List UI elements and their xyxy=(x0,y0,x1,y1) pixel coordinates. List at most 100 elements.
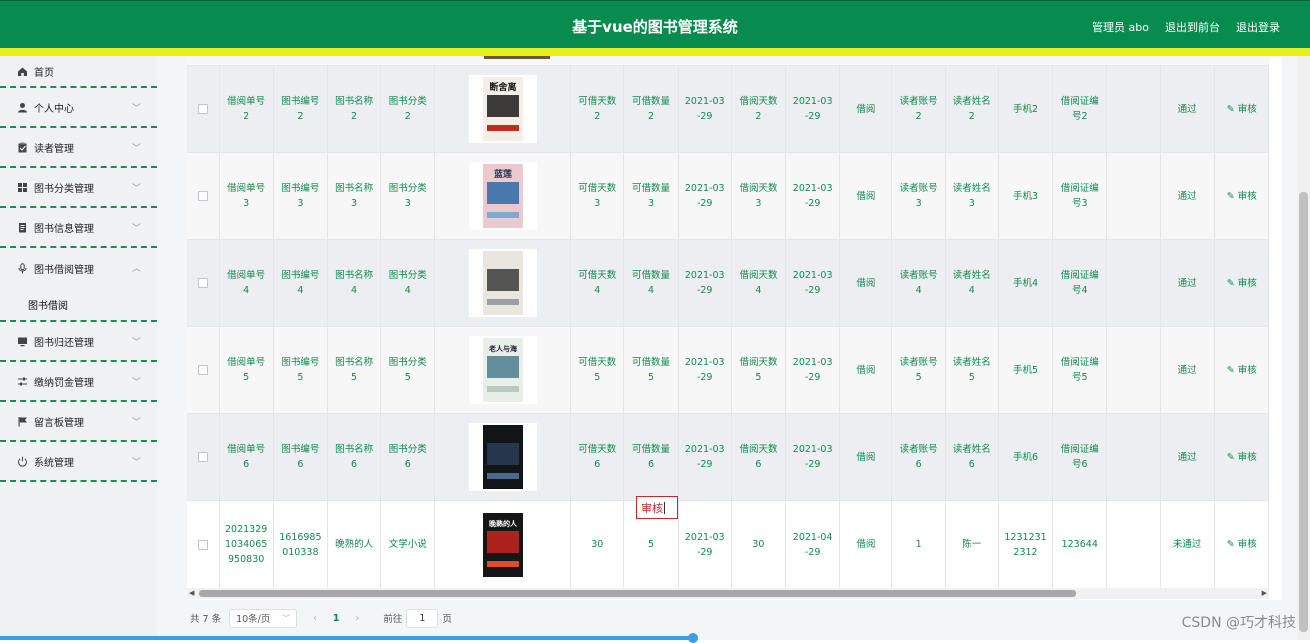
flag-icon xyxy=(16,415,28,427)
cell-borrow-days: 借阅天数 6 xyxy=(732,414,787,500)
edit-pencil-icon: ✎ xyxy=(1226,277,1235,289)
cell-borrow-days: 借阅天数 3 xyxy=(732,153,787,239)
row-checkbox[interactable] xyxy=(197,365,208,375)
page-number-current[interactable]: 1 xyxy=(333,613,340,624)
review-button-label: 审核 xyxy=(1237,539,1257,550)
sidebar-item-fine-management[interactable]: 缴纳罚金管理 ﹀ xyxy=(0,362,157,402)
cell-available-days: 30 xyxy=(571,501,625,588)
cell-borrow-days: 借阅天数 4 xyxy=(732,240,787,326)
book-cover-title: 老人与海 xyxy=(488,344,517,353)
scroll-right-icon[interactable]: ▶ xyxy=(1262,589,1267,597)
back-to-front-link[interactable]: 退出到前台 xyxy=(1165,19,1220,35)
header-links: 管理员 abo 退出到前台 退出登录 xyxy=(1092,19,1280,35)
inline-edit-value: 审核 xyxy=(641,501,663,515)
cell-book-name: 晚熟的人 xyxy=(328,501,382,588)
sidebar-item-reader-management[interactable]: 读者管理 ﹀ xyxy=(0,128,157,168)
cell-blank xyxy=(1107,153,1161,239)
logout-link[interactable]: 退出登录 xyxy=(1236,19,1280,35)
cell-category: 图书分类 3 xyxy=(381,153,436,239)
row-checkbox[interactable] xyxy=(197,191,208,201)
cell-reader-account: 读者账号 2 xyxy=(892,66,946,152)
sidebar-item-system-management[interactable]: 系统管理 ﹀ xyxy=(0,442,157,482)
cell-phone: 1231231 2312 xyxy=(999,501,1054,588)
cell-blank xyxy=(1107,501,1161,588)
chevron-down-icon: ﹀ xyxy=(131,104,141,114)
cell-book-name: 图书名称 3 xyxy=(328,153,382,239)
sidebar-item-personal-center[interactable]: 个人中心 ﹀ xyxy=(0,88,157,128)
cell-action[interactable]: ✎ 审核 xyxy=(1215,153,1270,239)
page-size-select[interactable]: 10条/页 ﹀ xyxy=(229,608,298,628)
sidebar-item-home[interactable]: 首页 xyxy=(0,56,157,88)
row-checkbox-cell xyxy=(187,414,220,500)
next-page-button[interactable]: › xyxy=(356,613,360,624)
vertical-scrollbar[interactable] xyxy=(1297,56,1310,640)
cell-type: 借阅 xyxy=(840,153,893,239)
cell-borrow-days: 30 xyxy=(732,501,787,588)
review-button-label: 审核 xyxy=(1237,277,1257,289)
cell-status: 通过 xyxy=(1161,240,1215,326)
cell-cover: 老人与海 xyxy=(435,327,572,413)
table-row: 2021329 1034065 950830 1616985 010338 晚熟的人… xyxy=(187,501,1270,589)
horizontal-scroll-thumb[interactable] xyxy=(199,590,1076,597)
cell-cover: 断舍离 xyxy=(435,66,572,152)
chevron-down-icon: ﹀ xyxy=(131,418,141,428)
book-cover-image: 断舍离 xyxy=(468,75,537,143)
cell-reader-name: 读者姓名 6 xyxy=(946,414,999,500)
cell-card-no: 借阅证编 号4 xyxy=(1053,240,1108,326)
cell-order-no: 借阅单号 3 xyxy=(220,153,274,239)
page-unit-label: 页 xyxy=(442,614,452,625)
sidebar-item-label: 图书归还管理 xyxy=(34,337,94,349)
chevron-down-icon: ﹀ xyxy=(131,378,141,388)
book-cover-edge xyxy=(484,56,550,59)
cell-phone: 手机3 xyxy=(999,153,1054,239)
cell-action[interactable]: ✎ 审核 xyxy=(1215,501,1270,588)
edit-pencil-icon: ✎ xyxy=(1226,539,1235,550)
cell-action[interactable]: ✎ 审核 xyxy=(1215,66,1270,152)
row-checkbox-cell xyxy=(187,153,220,239)
row-checkbox[interactable] xyxy=(197,278,208,288)
cell-return-date: 2021-03 -29 xyxy=(786,327,841,413)
cell-blank xyxy=(1107,66,1161,152)
prev-page-button[interactable]: ‹ xyxy=(313,613,317,624)
cell-card-no: 借阅证编 号2 xyxy=(1053,66,1108,152)
sidebar-item-return-management[interactable]: 图书归还管理 ﹀ xyxy=(0,322,157,362)
sidebar-item-message-board[interactable]: 留言板管理 ﹀ xyxy=(0,402,157,442)
cell-status: 通过 xyxy=(1161,327,1215,413)
progress-bar xyxy=(0,636,693,640)
cell-phone: 手机4 xyxy=(999,240,1054,326)
row-checkbox[interactable] xyxy=(197,452,208,462)
cell-order-no: 借阅单号 4 xyxy=(220,240,274,326)
scroll-left-icon[interactable]: ◀ xyxy=(189,589,194,597)
cell-book-name: 图书名称 4 xyxy=(328,240,382,326)
inline-edit-input[interactable]: 审核 xyxy=(636,496,678,519)
cell-borrow-date: 2021-03 -29 xyxy=(679,414,732,500)
book-cover-image: 老人与海 xyxy=(468,336,537,404)
sidebar-item-category-management[interactable]: 图书分类管理 ﹀ xyxy=(0,168,157,208)
sidebar-item-book-info-management[interactable]: 图书信息管理 ﹀ xyxy=(0,208,157,248)
cell-card-no: 借阅证编 号6 xyxy=(1053,414,1108,500)
horizontal-scrollbar[interactable]: ◀ ▶ xyxy=(187,588,1269,599)
cell-available-days: 可借天数 2 xyxy=(571,66,625,152)
cell-action[interactable]: ✎ 审核 xyxy=(1215,327,1270,413)
cell-return-date: 2021-03 -29 xyxy=(786,414,841,500)
sidebar-subitem-borrow[interactable]: 图书借阅 xyxy=(0,288,157,322)
progress-handle[interactable] xyxy=(688,633,698,643)
cell-borrow-date: 2021-03 -29 xyxy=(679,240,732,326)
goto-page-input[interactable]: 1 xyxy=(406,608,439,628)
cell-action[interactable]: ✎ 审核 xyxy=(1215,240,1270,326)
row-checkbox[interactable] xyxy=(197,104,208,114)
row-checkbox-cell xyxy=(187,66,220,152)
goto-label: 前往 xyxy=(383,614,403,625)
cell-reader-name: 陈一 xyxy=(946,501,999,588)
cell-available-days: 可借天数 4 xyxy=(571,240,625,326)
edit-pencil-icon: ✎ xyxy=(1226,364,1235,376)
row-checkbox[interactable] xyxy=(197,539,208,550)
cell-action[interactable]: ✎ 审核 xyxy=(1215,414,1270,500)
sidebar-item-borrow-management[interactable]: 图书借阅管理 ︿ xyxy=(0,248,157,288)
vertical-scroll-thumb[interactable] xyxy=(1299,192,1308,632)
chevron-down-icon: ﹀ xyxy=(131,144,141,154)
main-content: 借阅单号 2 图书编号 2 图书名称 2 图书分类 2 断舍离 可借天数 2 可借数量 22… xyxy=(157,56,1310,640)
book-cover-image xyxy=(468,249,537,317)
cell-book-name: 图书名称 6 xyxy=(328,414,382,500)
edit-pencil-icon: ✎ xyxy=(1226,451,1235,463)
